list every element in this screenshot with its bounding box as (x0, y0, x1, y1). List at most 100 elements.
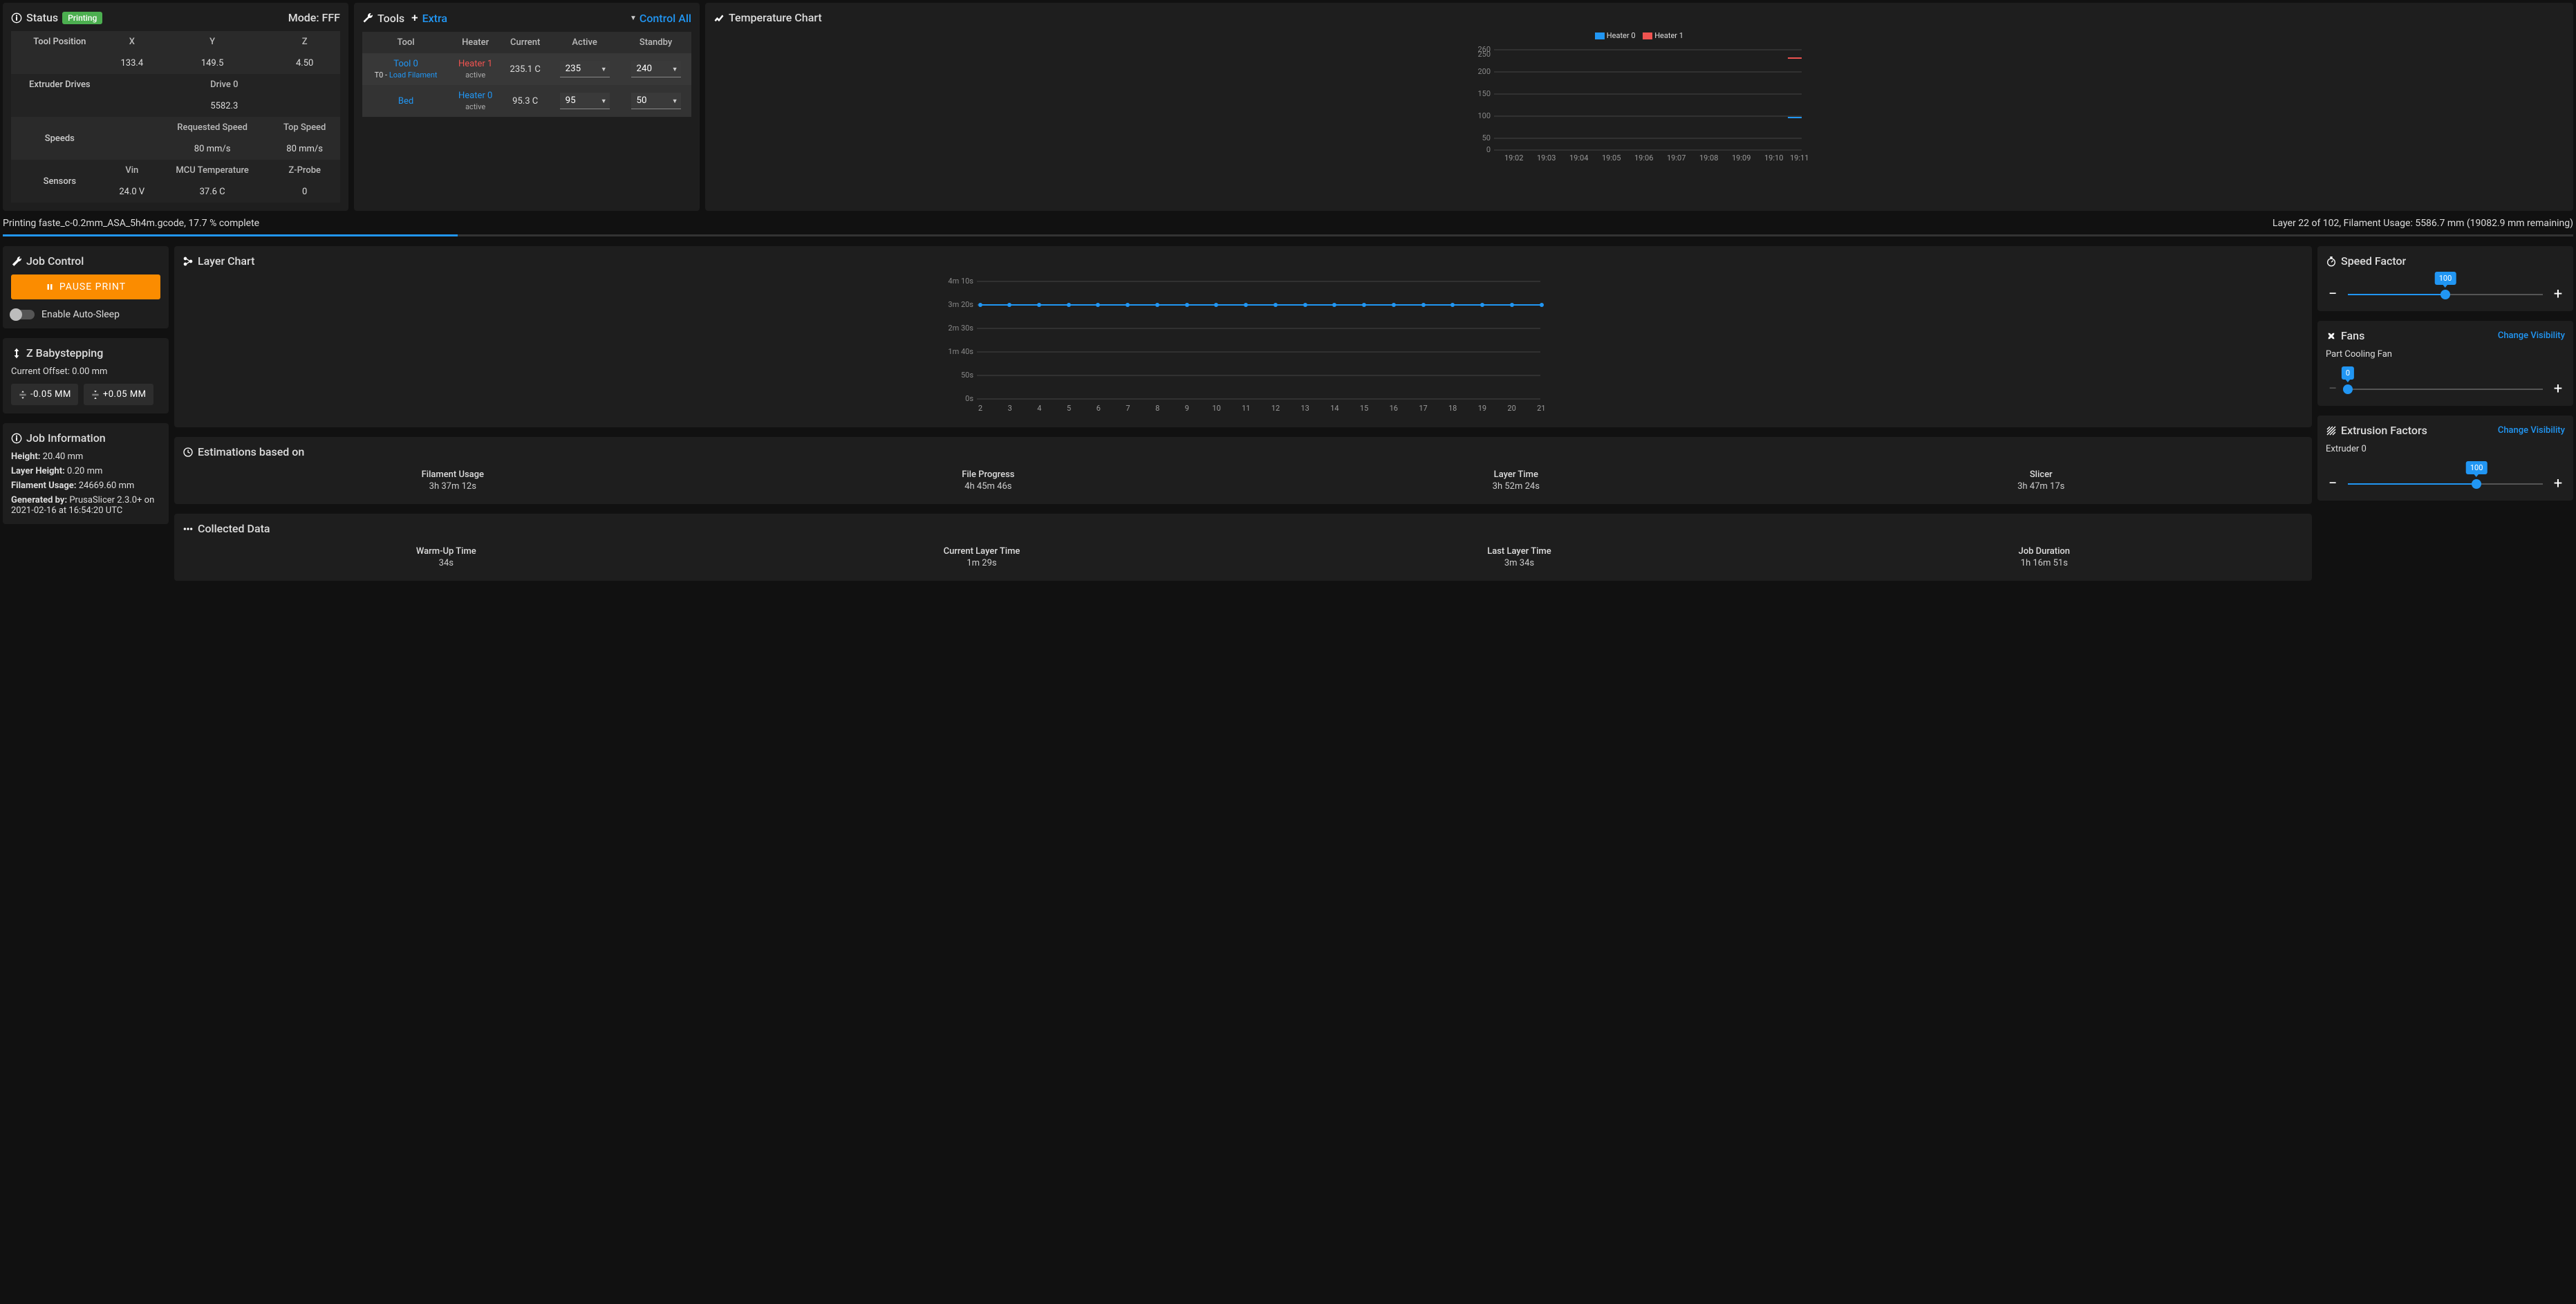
branch-icon (183, 256, 194, 267)
svg-text:250: 250 (1477, 50, 1491, 59)
z-babystepping-panel: Z Babystepping Current Offset: 0.00 mm -… (3, 338, 169, 413)
estimations-panel: Estimations based on Filament Usage3h 37… (174, 437, 2312, 504)
speed-factor-panel: Speed Factor − 100 + (2317, 246, 2573, 311)
job-info-panel: Job Information Height: 20.40 mm Layer H… (3, 423, 169, 524)
mode-label: Mode: FFF (288, 11, 340, 24)
fans-panel: FansChange Visibility Part Cooling Fan −… (2317, 321, 2573, 406)
status-badge: Printing (62, 12, 102, 24)
est-item: Slicer3h 47m 17s (2017, 469, 2064, 492)
svg-text:19: 19 (1478, 404, 1486, 413)
baby-plus-button[interactable]: +0.05 MM (84, 384, 153, 405)
svg-text:14: 14 (1330, 404, 1338, 413)
est-item: File Progress4h 45m 46s (962, 469, 1014, 492)
ext-slider[interactable]: 100 (2348, 483, 2543, 485)
svg-text:19:09: 19:09 (1732, 153, 1751, 162)
svg-text:0: 0 (1486, 145, 1491, 154)
compress-icon (18, 390, 28, 400)
fan-plus[interactable]: + (2551, 380, 2565, 398)
svg-text:16: 16 (1390, 404, 1398, 413)
svg-text:19:05: 19:05 (1602, 153, 1621, 162)
wrench-icon (362, 12, 373, 24)
file-progress-bar: Printing faste_c-0.2mm_ASA_5h4m.gcode, 1… (3, 211, 2573, 232)
table-row: Bed Heater 0active 95.3 C (362, 85, 691, 117)
temperature-chart: 260 250 200 150 100 50 0 19:0219:0319:04… (713, 43, 2565, 164)
wrench-icon (11, 256, 22, 267)
expand-icon (91, 390, 100, 400)
progress-bar (3, 234, 2573, 236)
svg-text:8: 8 (1155, 404, 1159, 413)
svg-text:3: 3 (1008, 404, 1012, 413)
svg-text:19:03: 19:03 (1537, 153, 1556, 162)
svg-text:5: 5 (1067, 404, 1071, 413)
tool-0-link[interactable]: Tool 0 (393, 59, 418, 69)
speed-slider[interactable]: 100 (2348, 294, 2543, 295)
dots-icon (183, 523, 194, 534)
texture-icon (2326, 425, 2337, 436)
svg-text:200: 200 (1477, 67, 1491, 76)
svg-text:150: 150 (1477, 89, 1491, 98)
status-panel: Status Printing Mode: FFF Tool PositionX… (3, 3, 348, 211)
pause-print-button[interactable]: PAUSE PRINT (11, 274, 160, 299)
tools-panel: Tools + Extra ▼ Control All ToolHeaterCu… (354, 3, 700, 211)
temp-chart-panel: Temperature Chart Heater 0 Heater 1 260 … (705, 3, 2573, 211)
svg-text:2m 30s: 2m 30s (948, 324, 973, 333)
est-item: Filament Usage3h 37m 12s (422, 469, 484, 492)
arrows-vertical-icon (11, 348, 22, 359)
speed-plus[interactable]: + (2551, 286, 2565, 303)
bed-link[interactable]: Bed (398, 96, 413, 106)
file-progress-left: Printing faste_c-0.2mm_ASA_5h4m.gcode, 1… (3, 218, 259, 229)
svg-text:19:10: 19:10 (1764, 153, 1783, 162)
fan-slider[interactable]: 0 (2348, 389, 2543, 390)
svg-text:9: 9 (1185, 404, 1189, 413)
svg-text:12: 12 (1271, 404, 1280, 413)
ext-change-visibility[interactable]: Change Visibility (2498, 425, 2565, 436)
extra-link[interactable]: Extra (422, 12, 447, 25)
svg-text:19:02: 19:02 (1504, 153, 1523, 162)
svg-text:19:11: 19:11 (1790, 153, 1809, 162)
baby-minus-button[interactable]: -0.05 MM (11, 384, 78, 405)
svg-text:19:08: 19:08 (1699, 153, 1718, 162)
svg-text:50: 50 (1482, 133, 1491, 142)
svg-text:100: 100 (1477, 111, 1491, 120)
heater-0-label[interactable]: Heater 0 (458, 91, 492, 101)
collected-item: Current Layer Time1m 29s (944, 546, 1020, 568)
svg-text:19:06: 19:06 (1634, 153, 1653, 162)
control-all-link[interactable]: Control All (640, 12, 691, 25)
svg-text:11: 11 (1242, 404, 1250, 413)
collected-item: Last Layer Time3m 34s (1487, 546, 1551, 568)
bed-standby-input[interactable] (631, 93, 681, 109)
file-progress-right: Layer 22 of 102, Filament Usage: 5586.7 … (2272, 218, 2573, 229)
heater-1-label[interactable]: Heater 1 (458, 59, 492, 69)
svg-text:6: 6 (1096, 404, 1101, 413)
svg-text:3m 20s: 3m 20s (948, 300, 973, 309)
svg-text:15: 15 (1360, 404, 1368, 413)
temp-chart-title: Temperature Chart (729, 11, 822, 24)
speed-minus[interactable]: − (2326, 286, 2340, 303)
svg-text:1m 40s: 1m 40s (948, 347, 973, 356)
svg-text:50s: 50s (961, 371, 973, 380)
tools-title: Tools (377, 12, 404, 25)
collected-item: Job Duration1h 16m 51s (2019, 546, 2070, 568)
fan-minus[interactable]: − (2326, 380, 2340, 398)
svg-text:17: 17 (1419, 404, 1427, 413)
tool0-active-input[interactable] (560, 61, 610, 77)
svg-text:19:04: 19:04 (1569, 153, 1588, 162)
auto-sleep-toggle[interactable] (11, 310, 35, 319)
status-table: Tool PositionXYZ 133.4149.54.50 Extruder… (11, 31, 340, 203)
tools-table: ToolHeaterCurrentActiveStandby Tool 0T0 … (362, 32, 691, 117)
fans-change-visibility[interactable]: Change Visibility (2498, 330, 2565, 341)
svg-text:7: 7 (1126, 404, 1130, 413)
ext-plus[interactable]: + (2551, 475, 2565, 492)
add-extra-icon[interactable]: + (411, 11, 418, 25)
info-icon (11, 433, 22, 444)
pause-icon (46, 283, 54, 291)
chevron-down-icon[interactable]: ▼ (630, 15, 637, 22)
fan-icon (2326, 330, 2337, 342)
svg-text:18: 18 (1448, 404, 1457, 413)
ext-minus[interactable]: − (2326, 475, 2340, 492)
est-item: Layer Time3h 52m 24s (1493, 469, 1540, 492)
extrusion-factors-panel: Extrusion FactorsChange Visibility Extru… (2317, 416, 2573, 501)
load-filament-link[interactable]: Load Filament (389, 71, 438, 80)
bed-active-input[interactable] (560, 93, 610, 109)
tool0-standby-input[interactable] (631, 61, 681, 77)
